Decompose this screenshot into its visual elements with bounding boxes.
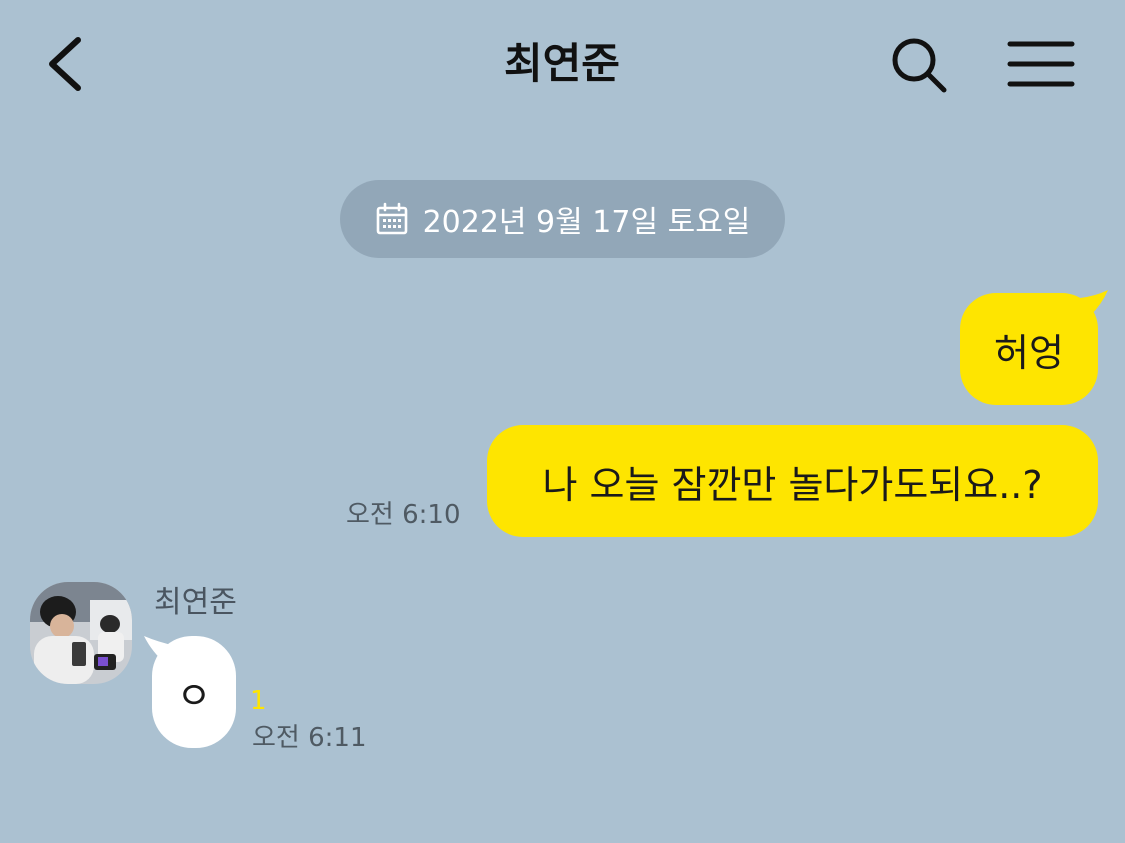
- menu-button[interactable]: [1004, 36, 1078, 92]
- search-button[interactable]: [886, 32, 952, 96]
- sender-name: 최연준: [154, 585, 237, 620]
- calendar-icon: [375, 202, 409, 236]
- unread-count: 1: [250, 686, 267, 716]
- back-button[interactable]: [38, 30, 94, 98]
- my-message-bubble[interactable]: 나 오늘 잠깐만 놀다가도되요..?: [487, 425, 1098, 537]
- other-message-bubble[interactable]: ㅇ: [152, 636, 236, 748]
- my-message-bubble[interactable]: 허엉: [960, 293, 1098, 405]
- chevron-left-icon: [49, 37, 81, 91]
- message-text: 나 오늘 잠깐만 놀다가도되요..?: [542, 462, 1043, 507]
- avatar[interactable]: [30, 582, 132, 684]
- message-timestamp: 오전 6:10: [346, 500, 461, 530]
- message-timestamp: 오전 6:11: [252, 723, 367, 753]
- search-icon: [892, 38, 947, 93]
- message-text: 허엉: [994, 330, 1064, 375]
- date-text: 2022년 9월 17일 토요일: [422, 205, 751, 240]
- hamburger-menu-icon: [1007, 41, 1075, 87]
- chat-title: 최연준: [504, 39, 620, 88]
- message-text: ㅇ: [176, 673, 212, 718]
- date-divider: 2022년 9월 17일 토요일: [340, 180, 785, 258]
